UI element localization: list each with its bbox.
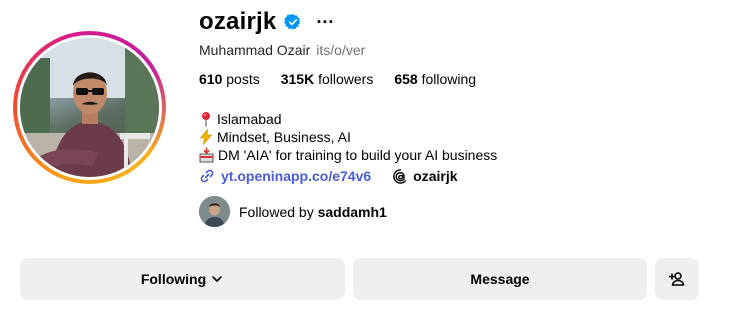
followers-count-item[interactable]: 315K followers <box>281 71 374 87</box>
following-label: following <box>421 71 477 87</box>
profile-avatar-ring[interactable] <box>13 31 166 184</box>
threads-icon <box>393 168 407 184</box>
bio-topics-text: Mindset, Business, AI <box>217 129 351 145</box>
followed-by[interactable]: Followed by saddamh1 <box>199 196 387 227</box>
bio-line-location: Islamabad <box>199 110 497 128</box>
followers-count: 315K <box>280 71 315 87</box>
posts-label: posts <box>226 71 260 87</box>
username: ozairjk <box>199 8 277 35</box>
bio-links: yt.openinapp.co/e74v6 ozairjk <box>199 166 497 186</box>
bio: Islamabad Mindset, Business, AI DM 'AIA'… <box>199 110 497 186</box>
chevron-down-icon <box>212 276 222 282</box>
following-count: 658 <box>394 71 418 87</box>
verified-badge-icon <box>284 14 301 30</box>
lightning-icon <box>199 129 213 145</box>
followed-by-prefix: Followed by <box>239 203 314 220</box>
threads-handle: ozairjk <box>413 168 458 184</box>
full-name: Muhammad Ozair <box>199 42 311 58</box>
followed-by-avatar-illustration <box>199 196 230 227</box>
followed-by-user[interactable]: saddamh1 <box>318 204 387 220</box>
following-button[interactable]: Following <box>20 258 345 300</box>
avatar[interactable] <box>20 38 159 177</box>
more-options-icon[interactable]: ··· <box>316 13 334 31</box>
username-row: ozairjk ··· <box>199 8 334 36</box>
following-button-label: Following <box>140 271 207 287</box>
message-button[interactable]: Message <box>353 258 647 300</box>
link-icon <box>200 169 214 183</box>
name-row: Muhammad Ozair its/o/ver <box>199 42 365 58</box>
bio-line-cta: DM 'AIA' for training to build your AI b… <box>199 146 497 164</box>
profile-stats: 610 posts 315K followers 658 following <box>199 71 476 87</box>
bio-link[interactable]: yt.openinapp.co/e74v6 <box>221 167 371 185</box>
avatar-ring-gap <box>17 35 162 180</box>
followed-by-avatar <box>199 196 230 227</box>
threads-link[interactable]: ozairjk <box>393 167 458 185</box>
round-pushpin-icon <box>202 112 210 127</box>
posts-count: 610 <box>199 71 223 87</box>
bio-line-topics: Mindset, Business, AI <box>199 128 497 146</box>
add-user-icon <box>669 272 685 286</box>
add-user-button[interactable] <box>655 258 699 300</box>
followers-label: followers <box>318 71 374 87</box>
inbox-tray-icon <box>199 147 214 163</box>
bio-cta-text: DM 'AIA' for training to build your AI b… <box>218 147 498 163</box>
bio-location-text: Islamabad <box>217 111 282 127</box>
message-button-label: Message <box>470 271 530 287</box>
pronouns: its/o/ver <box>316 42 366 58</box>
avatar-photo-illustration <box>20 38 159 177</box>
following-count-item[interactable]: 658 following <box>394 71 476 87</box>
posts-count-item: 610 posts <box>199 71 260 87</box>
